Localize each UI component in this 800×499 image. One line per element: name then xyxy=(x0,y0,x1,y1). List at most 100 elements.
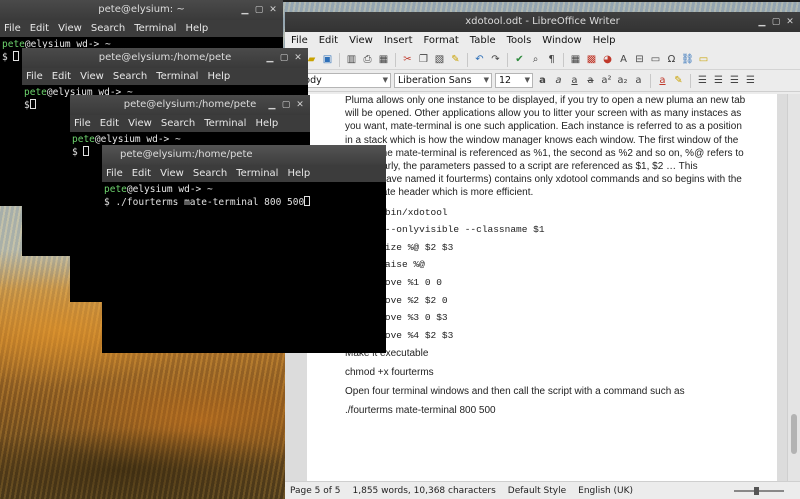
text-line: script (I have named it fourterms) conta… xyxy=(345,174,742,186)
menu-help[interactable]: Help xyxy=(255,115,278,132)
menu-help[interactable]: Help xyxy=(593,32,616,50)
menu-edit[interactable]: Edit xyxy=(100,115,119,132)
subscript-icon[interactable]: a₂ xyxy=(616,74,629,87)
spellcheck-icon[interactable]: ✔ xyxy=(513,53,526,66)
menu-file[interactable]: File xyxy=(106,165,123,182)
font-name-combo[interactable]: Liberation Sans ▼ xyxy=(394,73,492,88)
chevron-down-icon: ▼ xyxy=(524,76,530,84)
menu-insert[interactable]: Insert xyxy=(384,32,413,50)
italic-icon[interactable]: a xyxy=(552,74,565,87)
menu-terminal[interactable]: Terminal xyxy=(204,115,246,132)
writer-menubar: File Edit View Insert Format Table Tools… xyxy=(285,32,800,50)
minimize-icon[interactable]: ▁ xyxy=(266,99,278,111)
insert-chart-icon[interactable]: ◕ xyxy=(601,53,614,66)
menu-file[interactable]: File xyxy=(4,20,21,37)
menu-format[interactable]: Format xyxy=(424,32,459,50)
terminal-4-titlebar[interactable]: pete@elysium:/home/pete xyxy=(102,145,386,165)
find-replace-icon[interactable]: ⌕ xyxy=(529,53,542,66)
scrollbar-thumb[interactable] xyxy=(791,414,797,454)
strikethrough-icon[interactable]: a xyxy=(584,74,597,87)
terminal-cursor xyxy=(13,51,20,61)
menu-search[interactable]: Search xyxy=(161,115,195,132)
language[interactable]: English (UK) xyxy=(578,482,633,499)
menu-edit[interactable]: Edit xyxy=(132,165,151,182)
clone-formatting-icon[interactable]: ✎ xyxy=(449,53,462,66)
insert-image-icon[interactable]: ▩ xyxy=(585,53,598,66)
menu-tools[interactable]: Tools xyxy=(507,32,532,50)
text-line: chmod +x fourterms xyxy=(345,367,434,379)
print-preview-icon[interactable]: ▦ xyxy=(377,53,390,66)
menu-terminal[interactable]: Terminal xyxy=(134,20,176,37)
close-icon[interactable]: ✕ xyxy=(267,4,279,16)
menu-window[interactable]: Window xyxy=(542,32,581,50)
insert-field-icon[interactable]: ▭ xyxy=(649,53,662,66)
menu-edit[interactable]: Edit xyxy=(319,32,338,50)
underline-icon[interactable]: a xyxy=(568,74,581,87)
word-count[interactable]: 1,855 words, 10,368 characters xyxy=(353,482,496,499)
menu-terminal[interactable]: Terminal xyxy=(156,68,198,85)
comment-icon[interactable]: ▭ xyxy=(697,53,710,66)
copy-icon[interactable]: ❐ xyxy=(417,53,430,66)
menu-view[interactable]: View xyxy=(128,115,152,132)
maximize-icon[interactable]: ▢ xyxy=(253,4,265,16)
page-count[interactable]: Page 5 of 5 xyxy=(290,482,341,499)
page-style[interactable]: Default Style xyxy=(508,482,566,499)
align-right-icon[interactable]: ☰ xyxy=(728,74,741,87)
save-icon[interactable]: ▣ xyxy=(321,53,334,66)
menu-search[interactable]: Search xyxy=(91,20,125,37)
menu-edit[interactable]: Edit xyxy=(52,68,71,85)
insert-textbox-icon[interactable]: A xyxy=(617,53,630,66)
menu-edit[interactable]: Edit xyxy=(30,20,49,37)
menu-search[interactable]: Search xyxy=(113,68,147,85)
formatting-marks-icon[interactable]: ¶ xyxy=(545,53,558,66)
maximize-icon[interactable]: ▢ xyxy=(770,16,782,28)
vertical-scrollbar[interactable] xyxy=(787,94,800,481)
menu-file[interactable]: File xyxy=(74,115,91,132)
menu-view[interactable]: View xyxy=(160,165,184,182)
page-break-icon[interactable]: ⊟ xyxy=(633,53,646,66)
highlight-icon[interactable]: ✎ xyxy=(672,74,685,87)
terminal-3-titlebar[interactable]: pete@elysium:/home/pete ▁ ▢ ✕ xyxy=(70,95,310,115)
close-icon[interactable]: ✕ xyxy=(292,52,304,64)
minimize-icon[interactable]: ▁ xyxy=(264,52,276,64)
menu-help[interactable]: Help xyxy=(207,68,230,85)
align-center-icon[interactable]: ☰ xyxy=(712,74,725,87)
shadow-icon[interactable]: a xyxy=(632,74,645,87)
document-text[interactable]: Pluma allows only one instance to be dis… xyxy=(345,94,755,420)
superscript-icon[interactable]: a² xyxy=(600,74,613,87)
writer-titlebar[interactable]: xdotool.odt - LibreOffice Writer ▁ ▢ ✕ xyxy=(285,12,800,32)
menu-help[interactable]: Help xyxy=(185,20,208,37)
menu-view[interactable]: View xyxy=(349,32,373,50)
redo-icon[interactable]: ↷ xyxy=(489,53,502,66)
insert-table-icon[interactable]: ▦ xyxy=(569,53,582,66)
cut-icon[interactable]: ✂ xyxy=(401,53,414,66)
maximize-icon[interactable]: ▢ xyxy=(280,99,292,111)
close-icon[interactable]: ✕ xyxy=(784,16,796,28)
menu-table[interactable]: Table xyxy=(470,32,496,50)
align-left-icon[interactable]: ☰ xyxy=(696,74,709,87)
minimize-icon[interactable]: ▁ xyxy=(239,4,251,16)
export-pdf-icon[interactable]: ▥ xyxy=(345,53,358,66)
close-icon[interactable]: ✕ xyxy=(294,99,306,111)
terminal-2-titlebar[interactable]: pete@elysium:/home/pete ▁ ▢ ✕ xyxy=(22,48,308,68)
font-color-icon[interactable]: a xyxy=(656,74,669,87)
menu-view[interactable]: View xyxy=(80,68,104,85)
bold-icon[interactable]: a xyxy=(536,74,549,87)
menu-terminal[interactable]: Terminal xyxy=(236,165,278,182)
undo-icon[interactable]: ↶ xyxy=(473,53,486,66)
maximize-icon[interactable]: ▢ xyxy=(278,52,290,64)
zoom-slider[interactable] xyxy=(724,486,794,496)
menu-search[interactable]: Search xyxy=(193,165,227,182)
menu-help[interactable]: Help xyxy=(287,165,310,182)
terminal-4-output[interactable]: pete@elysium wd-> ~ $ ./fourterms mate-t… xyxy=(102,182,386,211)
hyperlink-icon[interactable]: ⛓ xyxy=(681,53,694,66)
paste-icon[interactable]: ▧ xyxy=(433,53,446,66)
minimize-icon[interactable]: ▁ xyxy=(756,16,768,28)
terminal-1-titlebar[interactable]: pete@elysium: ~ ▁ ▢ ✕ xyxy=(0,0,283,20)
print-icon[interactable]: ⎙ xyxy=(361,53,374,66)
justify-icon[interactable]: ☰ xyxy=(744,74,757,87)
special-character-icon[interactable]: Ω xyxy=(665,53,678,66)
font-size-combo[interactable]: 12 ▼ xyxy=(495,73,533,88)
menu-view[interactable]: View xyxy=(58,20,82,37)
menu-file[interactable]: File xyxy=(26,68,43,85)
